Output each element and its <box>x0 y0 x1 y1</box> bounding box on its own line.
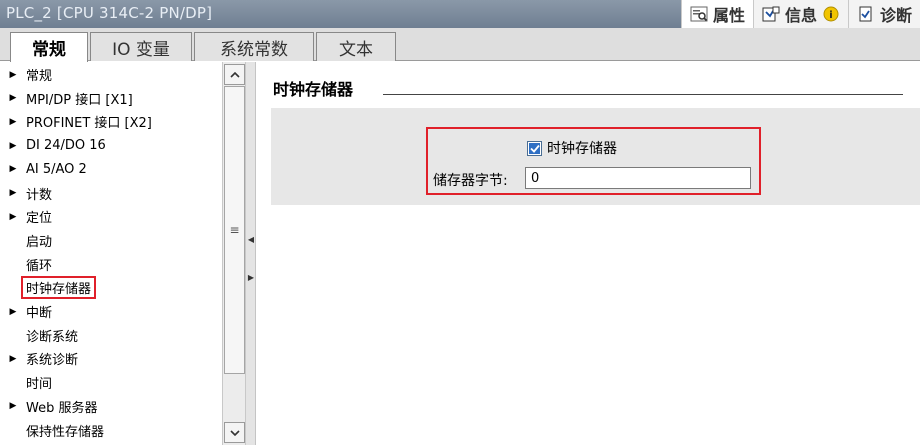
tab-texts[interactable]: 文本 <box>316 32 396 61</box>
tree-scrollbar[interactable]: ≡ <box>222 62 246 445</box>
tree-item[interactable]: ▶ 计数 <box>0 182 52 205</box>
tree-item-label: 系统诊断 <box>26 353 79 369</box>
tree-item-label: 定位 <box>26 211 53 227</box>
section-title: 时钟存储器 <box>273 80 354 99</box>
tab-properties[interactable]: 属性 <box>680 0 753 28</box>
clock-memory-checkbox-row[interactable]: 时钟存储器 <box>527 138 617 158</box>
tree-item-label: 时间 <box>26 377 53 393</box>
expand-arrow-icon[interactable]: ▶ <box>0 70 26 80</box>
chevron-up-icon <box>229 71 240 78</box>
tree-item-label: 保持性存储器 <box>26 424 105 440</box>
memory-byte-label: 储存器字节: <box>433 173 508 189</box>
tree-item-label: 诊断系统 <box>26 329 79 345</box>
tab-info[interactable]: 信息 i <box>752 0 848 28</box>
window-title: PLC_2 [CPU 314C-2 PN/DP] <box>6 4 213 22</box>
expand-arrow-icon[interactable]: ▶ <box>0 212 26 222</box>
svg-text:i: i <box>829 10 832 21</box>
title-bar: PLC_2 [CPU 314C-2 PN/DP] 属性 信息 i 诊断 <box>0 0 920 28</box>
tree-item[interactable]: ▶ Web 服务器 <box>0 395 98 418</box>
navigation-tree: ▶ 常规 ▶ MPI/DP 接口 [X1] ▶ PROFINET 接口 [X2] ▶ DI 2… <box>0 62 222 445</box>
tree-item-label: Web 服务器 <box>26 400 98 416</box>
tree-item[interactable]: 保持性存储器 <box>0 419 104 442</box>
tree-item[interactable]: ▶ DI 24/DO 16 <box>0 134 106 157</box>
tree-item[interactable]: ▶ 常规 <box>0 63 52 86</box>
scroll-up-button[interactable] <box>224 64 245 85</box>
tree-item-label: 时钟存储器 <box>21 276 97 300</box>
tab-strip: 常规 IO 变量 系统常数 文本 <box>0 28 920 62</box>
collapse-left-icon[interactable]: ◀ <box>247 232 255 246</box>
tab-diagnostics[interactable]: 诊断 <box>847 0 920 28</box>
tree-item[interactable]: ▶ 中断 <box>0 300 52 323</box>
checkmark-icon <box>529 142 540 154</box>
expand-arrow-icon[interactable]: ▶ <box>0 307 26 317</box>
tree-item-label: 循环 <box>26 258 53 274</box>
inspector-tabs: 属性 信息 i 诊断 <box>680 0 920 28</box>
properties-content: 时钟存储器 时钟存储器 储存器字节: <box>257 62 920 445</box>
tree-item-label: 计数 <box>26 187 53 203</box>
tree-item-label: 中断 <box>26 306 53 321</box>
tree-item[interactable]: 循环 <box>0 253 52 276</box>
tree-item[interactable]: ▶ PROFINET 接口 [X2] <box>0 110 152 133</box>
clock-memory-checkbox[interactable] <box>527 140 542 156</box>
section-divider <box>383 94 903 95</box>
scroll-down-button[interactable] <box>224 422 245 443</box>
expand-right-icon[interactable]: ▶ <box>247 270 255 284</box>
tree-item-label: PROFINET 接口 [X2] <box>26 116 152 132</box>
expand-arrow-icon[interactable]: ▶ <box>0 401 26 411</box>
tree-item[interactable]: ▶ 系统诊断 <box>0 347 78 370</box>
memory-byte-input[interactable] <box>525 167 751 189</box>
expand-arrow-icon[interactable]: ▶ <box>0 141 26 151</box>
tree-item[interactable]: 诊断系统 <box>0 324 78 347</box>
checkbox-label: 时钟存储器 <box>547 141 617 157</box>
expand-arrow-icon[interactable]: ▶ <box>0 93 26 103</box>
info-badge-icon: i <box>822 5 840 23</box>
tree-item-label: DI 24/DO 16 <box>26 138 106 154</box>
tab-general[interactable]: 常规 <box>10 32 88 62</box>
tab-info-label: 信息 <box>784 6 817 25</box>
tree-item-label: AI 5/AO 2 <box>26 161 87 177</box>
expand-arrow-icon[interactable]: ▶ <box>0 117 26 127</box>
expand-arrow-icon[interactable]: ▶ <box>0 188 26 198</box>
expand-arrow-icon[interactable]: ▶ <box>0 164 26 174</box>
tree-item[interactable]: ▶ AI 5/AO 2 <box>0 158 87 181</box>
tab-diagnostics-label: 诊断 <box>879 6 912 25</box>
tree-item[interactable]: 时钟存储器 <box>0 276 97 300</box>
tab-properties-label: 属性 <box>712 6 745 25</box>
diagnostics-icon <box>857 5 875 23</box>
tree-item-label: 启动 <box>26 234 53 250</box>
tree-item[interactable]: 启动 <box>0 229 52 252</box>
tree-item-label: 常规 <box>26 69 53 84</box>
info-icon <box>762 5 780 23</box>
tree-item[interactable]: ▶ MPI/DP 接口 [X1] <box>0 87 133 110</box>
tree-item[interactable]: 时间 <box>0 371 52 394</box>
pane-splitter[interactable]: ◀ ▶ <box>246 62 256 445</box>
chevron-down-icon <box>229 429 240 436</box>
expand-arrow-icon[interactable]: ▶ <box>0 354 26 364</box>
properties-icon <box>690 5 708 23</box>
tab-io-tags[interactable]: IO 变量 <box>90 32 192 61</box>
tab-system-constants[interactable]: 系统常数 <box>194 32 314 61</box>
scroll-thumb[interactable]: ≡ <box>224 86 245 374</box>
tree-item-label: MPI/DP 接口 [X1] <box>26 92 133 108</box>
tree-item[interactable]: ▶ 定位 <box>0 205 52 228</box>
